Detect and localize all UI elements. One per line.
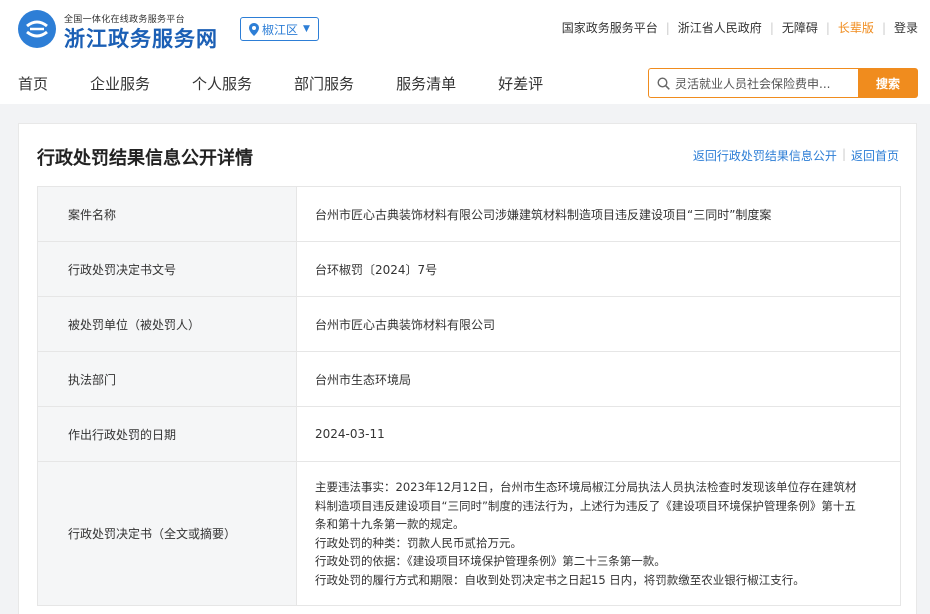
page-title: 行政处罚结果信息公开详情	[37, 148, 253, 169]
table-row: 被处罚单位（被处罚人） 台州市匠心古典装饰材料有限公司	[37, 296, 901, 352]
back-to-home-link[interactable]: 返回首页	[851, 147, 899, 164]
nav-department-services[interactable]: 部门服务	[294, 73, 354, 94]
top-header: 全国一体化在线政务服务平台 浙江政务服务网 椒江区 ▼ 国家政务服务平台 | 浙…	[0, 0, 930, 104]
detail-panel: 行政处罚结果信息公开详情 返回行政处罚结果信息公开 | 返回首页 案件名称 台州…	[18, 123, 917, 614]
nav-rating[interactable]: 好差评	[498, 73, 543, 94]
field-label: 作出行政处罚的日期	[37, 406, 297, 462]
logo-title[interactable]: 浙江政务服务网	[64, 23, 218, 53]
divider: |	[841, 147, 846, 161]
link-login[interactable]: 登录	[894, 19, 918, 36]
field-value: 台州市匠心古典装饰材料有限公司	[296, 296, 901, 352]
caret-down-icon: ▼	[303, 24, 310, 34]
nav-service-list[interactable]: 服务清单	[396, 73, 456, 94]
divider: |	[825, 20, 830, 35]
link-accessibility[interactable]: 无障碍	[782, 19, 818, 36]
link-elder-version[interactable]: 长辈版	[838, 19, 874, 36]
decision-line: 行政处罚的种类：罚款人民币贰拾万元。	[315, 535, 522, 550]
decision-line: 料制造项目违反建设项目“三同时”制度的违法行为，上述行为违反了《建设项目环境保护…	[315, 498, 856, 513]
search-input[interactable]: 灵活就业人员社会保险费申...	[648, 68, 860, 98]
location-pin-icon	[249, 22, 259, 36]
nav-enterprise-services[interactable]: 企业服务	[90, 73, 150, 94]
detail-table: 案件名称 台州市匠心古典装饰材料有限公司涉嫌建筑材料制造项目违反建设项目“三同时…	[37, 186, 901, 606]
link-province-government[interactable]: 浙江省人民政府	[678, 19, 762, 36]
field-label: 行政处罚决定书文号	[37, 241, 297, 297]
decision-line: 行政处罚的履行方式和期限：自收到处罚决定书之日起15 日内，将罚款缴至农业银行椒…	[315, 572, 805, 587]
link-national-platform[interactable]: 国家政务服务平台	[562, 19, 658, 36]
field-value: 台州市生态环境局	[296, 351, 901, 407]
field-label: 执法部门	[37, 351, 297, 407]
table-row: 作出行政处罚的日期 2024-03-11	[37, 406, 901, 462]
table-row: 行政处罚决定书文号 台环椒罚〔2024〕7号	[37, 241, 901, 297]
nav-home[interactable]: 首页	[18, 73, 48, 94]
field-value: 2024-03-11	[296, 406, 901, 462]
field-value: 台环椒罚〔2024〕7号	[296, 241, 901, 297]
table-row: 案件名称 台州市匠心古典装饰材料有限公司涉嫌建筑材料制造项目违反建设项目“三同时…	[37, 186, 901, 242]
main-nav: 首页 企业服务 个人服务 部门服务 服务清单 好差评	[18, 73, 585, 94]
table-row: 行政处罚决定书（全文或摘要） 主要违法事实：2023年12月12日，台州市生态环…	[37, 461, 901, 606]
divider: |	[769, 20, 774, 35]
back-links: 返回行政处罚结果信息公开 | 返回首页	[693, 147, 899, 164]
field-label: 被处罚单位（被处罚人）	[37, 296, 297, 352]
field-label: 行政处罚决定书（全文或摘要）	[37, 461, 297, 606]
region-selector[interactable]: 椒江区 ▼	[240, 17, 319, 41]
region-label: 椒江区	[262, 22, 299, 37]
field-value: 台州市匠心古典装饰材料有限公司涉嫌建筑材料制造项目违反建设项目“三同时”制度案	[296, 186, 901, 242]
search-value: 灵活就业人员社会保险费申...	[675, 76, 831, 91]
decision-line: 行政处罚的依据：《建设项目环境保护管理条例》第二十三条第一款。	[315, 554, 666, 568]
decision-line: 主要违法事实：2023年12月12日，台州市生态环境局椒江分局执法人员执法检查时…	[315, 480, 857, 494]
decision-line: 条和第十九条第一款的规定。	[315, 517, 465, 531]
field-label: 案件名称	[37, 186, 297, 242]
back-to-list-link[interactable]: 返回行政处罚结果信息公开	[693, 147, 837, 164]
divider: |	[665, 20, 670, 35]
nav-personal-services[interactable]: 个人服务	[192, 73, 252, 94]
divider: |	[881, 20, 886, 35]
logo-icon[interactable]	[18, 10, 56, 48]
decision-text: 主要违法事实：2023年12月12日，台州市生态环境局椒江分局执法人员执法检查时…	[296, 461, 901, 606]
top-links: 国家政务服务平台 | 浙江省人民政府 | 无障碍 | 长辈版 | 登录	[562, 19, 918, 36]
table-row: 执法部门 台州市生态环境局	[37, 351, 901, 407]
search-button[interactable]: 搜索	[858, 68, 918, 98]
search-icon	[657, 76, 670, 90]
